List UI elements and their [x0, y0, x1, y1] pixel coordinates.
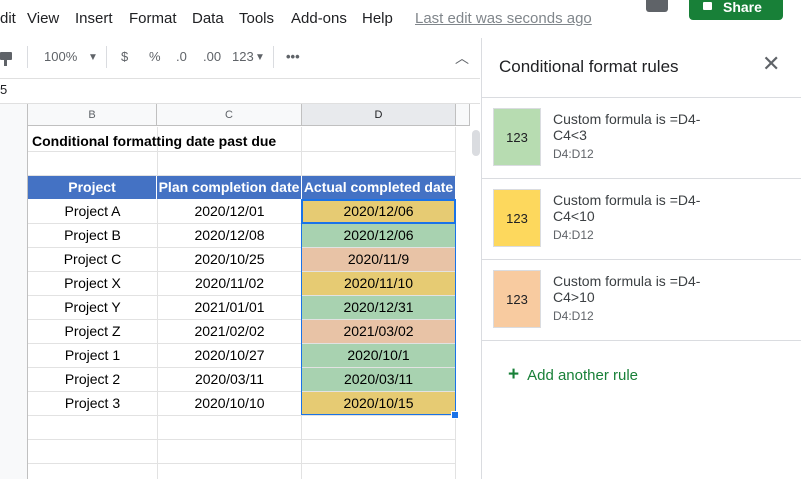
rule-condition: Custom formula is =D4- C4>10	[553, 273, 733, 305]
header-actual-date[interactable]: Actual completed date	[302, 176, 456, 199]
rule-range: D4:D12	[553, 309, 594, 323]
add-rule-label: Add another rule	[527, 367, 639, 384]
currency-button[interactable]: $	[121, 49, 128, 64]
project-cell[interactable]: Project 2	[28, 368, 157, 391]
divider	[482, 340, 801, 341]
menu-view[interactable]: View	[27, 10, 59, 27]
menu-help[interactable]: Help	[362, 10, 393, 27]
last-edit-link[interactable]: Last edit was seconds ago	[415, 10, 592, 27]
rule-condition-line: C4<10	[553, 208, 595, 224]
active-cell	[301, 199, 456, 224]
actual-date-cell[interactable]: 2020/11/9	[302, 248, 455, 271]
rule-range: D4:D12	[553, 228, 594, 242]
close-icon[interactable]: ✕	[762, 53, 780, 75]
format-rule-card[interactable]: 123 Custom formula is =D4- C4>10 D4:D12	[482, 259, 801, 340]
comment-icon[interactable]	[646, 0, 668, 12]
actual-date-cell[interactable]: 2020/10/15	[302, 392, 455, 415]
header-plan-date[interactable]: Plan completion date	[157, 176, 302, 199]
toolbar-divider	[106, 46, 107, 68]
actual-date-cell[interactable]: 2020/10/1	[302, 344, 455, 367]
project-cell[interactable]: Project 1	[28, 344, 157, 367]
chevron-down-icon[interactable]: ▼	[255, 52, 265, 63]
plan-date-cell[interactable]: 2020/10/25	[157, 248, 302, 271]
paint-format-icon[interactable]	[0, 52, 12, 66]
menu-insert[interactable]: Insert	[75, 10, 113, 27]
project-cell[interactable]: Project C	[28, 248, 157, 271]
sheet-title-cell[interactable]: Conditional formatting date past due	[32, 133, 276, 149]
menu-data[interactable]: Data	[192, 10, 224, 27]
plan-date-cell[interactable]: 2020/12/01	[157, 200, 302, 223]
column-header-d[interactable]: D	[302, 104, 456, 126]
project-cell[interactable]: Project Y	[28, 296, 157, 319]
rule-condition-line: Custom formula is =D4-	[553, 273, 701, 289]
rule-condition-line: Custom formula is =D4-	[553, 111, 701, 127]
actual-date-cell[interactable]: 2020/03/11	[302, 368, 455, 391]
plan-date-cell[interactable]: 2021/02/02	[157, 320, 302, 343]
lock-icon	[703, 2, 712, 10]
rule-range: D4:D12	[553, 147, 594, 161]
rule-condition-line: C4>10	[553, 289, 595, 305]
row-headers[interactable]	[0, 104, 28, 479]
panel-title: Conditional format rules	[499, 57, 679, 76]
plus-icon: +	[508, 364, 520, 385]
collapse-icon[interactable]: ︿	[455, 48, 469, 68]
project-cell[interactable]: Project A	[28, 200, 157, 223]
gridline	[28, 463, 456, 464]
rule-condition-line: C4<3	[553, 127, 587, 143]
actual-date-cell[interactable]: 2020/11/10	[302, 272, 455, 295]
rule-preview-swatch: 123	[493, 270, 541, 328]
format-rule-card[interactable]: 123 Custom formula is =D4- C4<3 D4:D12	[482, 97, 801, 178]
chevron-down-icon[interactable]: ▼	[88, 52, 98, 63]
gridline	[28, 151, 456, 152]
plan-date-cell[interactable]: 2020/10/27	[157, 344, 302, 367]
scrollbar-thumb[interactable]	[472, 130, 480, 156]
column-header-e[interactable]	[456, 104, 470, 126]
project-cell[interactable]: Project Z	[28, 320, 157, 343]
plan-date-cell[interactable]: 2021/01/01	[157, 296, 302, 319]
formula-value: 5	[0, 82, 8, 97]
header-project[interactable]: Project	[28, 176, 157, 199]
plan-date-cell[interactable]: 2020/03/11	[157, 368, 302, 391]
gridline	[28, 439, 456, 440]
rule-preview-swatch: 123	[493, 108, 541, 166]
more-icon[interactable]: •••	[286, 49, 300, 64]
column-header-b[interactable]: B	[28, 104, 157, 126]
rule-condition: Custom formula is =D4- C4<10	[553, 192, 733, 224]
plan-date-cell[interactable]: 2020/12/08	[157, 224, 302, 247]
toolbar-divider	[273, 46, 274, 68]
plan-date-cell[interactable]: 2020/10/10	[157, 392, 302, 415]
share-button[interactable]: Share	[689, 0, 783, 20]
rule-condition-line: Custom formula is =D4-	[553, 192, 701, 208]
percent-button[interactable]: %	[149, 49, 161, 64]
rule-condition: Custom formula is =D4- C4<3	[553, 111, 733, 143]
project-cell[interactable]: Project 3	[28, 392, 157, 415]
column-header-c[interactable]: C	[157, 104, 302, 126]
actual-date-cell[interactable]: 2020/12/31	[302, 296, 455, 319]
menu-bar: dit View Insert Format Data Tools Add-on…	[0, 0, 801, 38]
decrease-decimal-button[interactable]: .0	[176, 49, 187, 64]
toolbar-divider	[27, 46, 28, 68]
fill-handle[interactable]	[451, 411, 459, 419]
increase-decimal-button[interactable]: .00	[203, 49, 221, 64]
actual-date-cell[interactable]: 2020/12/06	[302, 224, 455, 247]
rule-preview-swatch: 123	[493, 189, 541, 247]
menu-addons[interactable]: Add-ons	[291, 10, 347, 27]
plan-date-cell[interactable]: 2020/11/02	[157, 272, 302, 295]
format-rule-card[interactable]: 123 Custom formula is =D4- C4<10 D4:D12	[482, 178, 801, 259]
menu-format[interactable]: Format	[129, 10, 177, 27]
project-cell[interactable]: Project B	[28, 224, 157, 247]
menu-edit[interactable]: dit	[0, 10, 16, 27]
project-cell[interactable]: Project X	[28, 272, 157, 295]
formula-bar[interactable]: 5	[0, 79, 480, 104]
actual-date-cell[interactable]: 2021/03/02	[302, 320, 455, 343]
toolbar: 100% ▼ $ % .0 .00 123 ▼ •••	[0, 38, 480, 79]
zoom-select[interactable]: 100%	[44, 49, 77, 64]
add-rule-button[interactable]: + Add another rule	[508, 364, 638, 386]
menu-tools[interactable]: Tools	[239, 10, 274, 27]
conditional-format-panel: Conditional format rules ✕ 123 Custom for…	[481, 38, 801, 479]
scrollbar-track[interactable]	[469, 127, 481, 479]
number-format-button[interactable]: 123	[232, 49, 254, 64]
share-label: Share	[723, 0, 762, 15]
gridline	[28, 415, 456, 416]
